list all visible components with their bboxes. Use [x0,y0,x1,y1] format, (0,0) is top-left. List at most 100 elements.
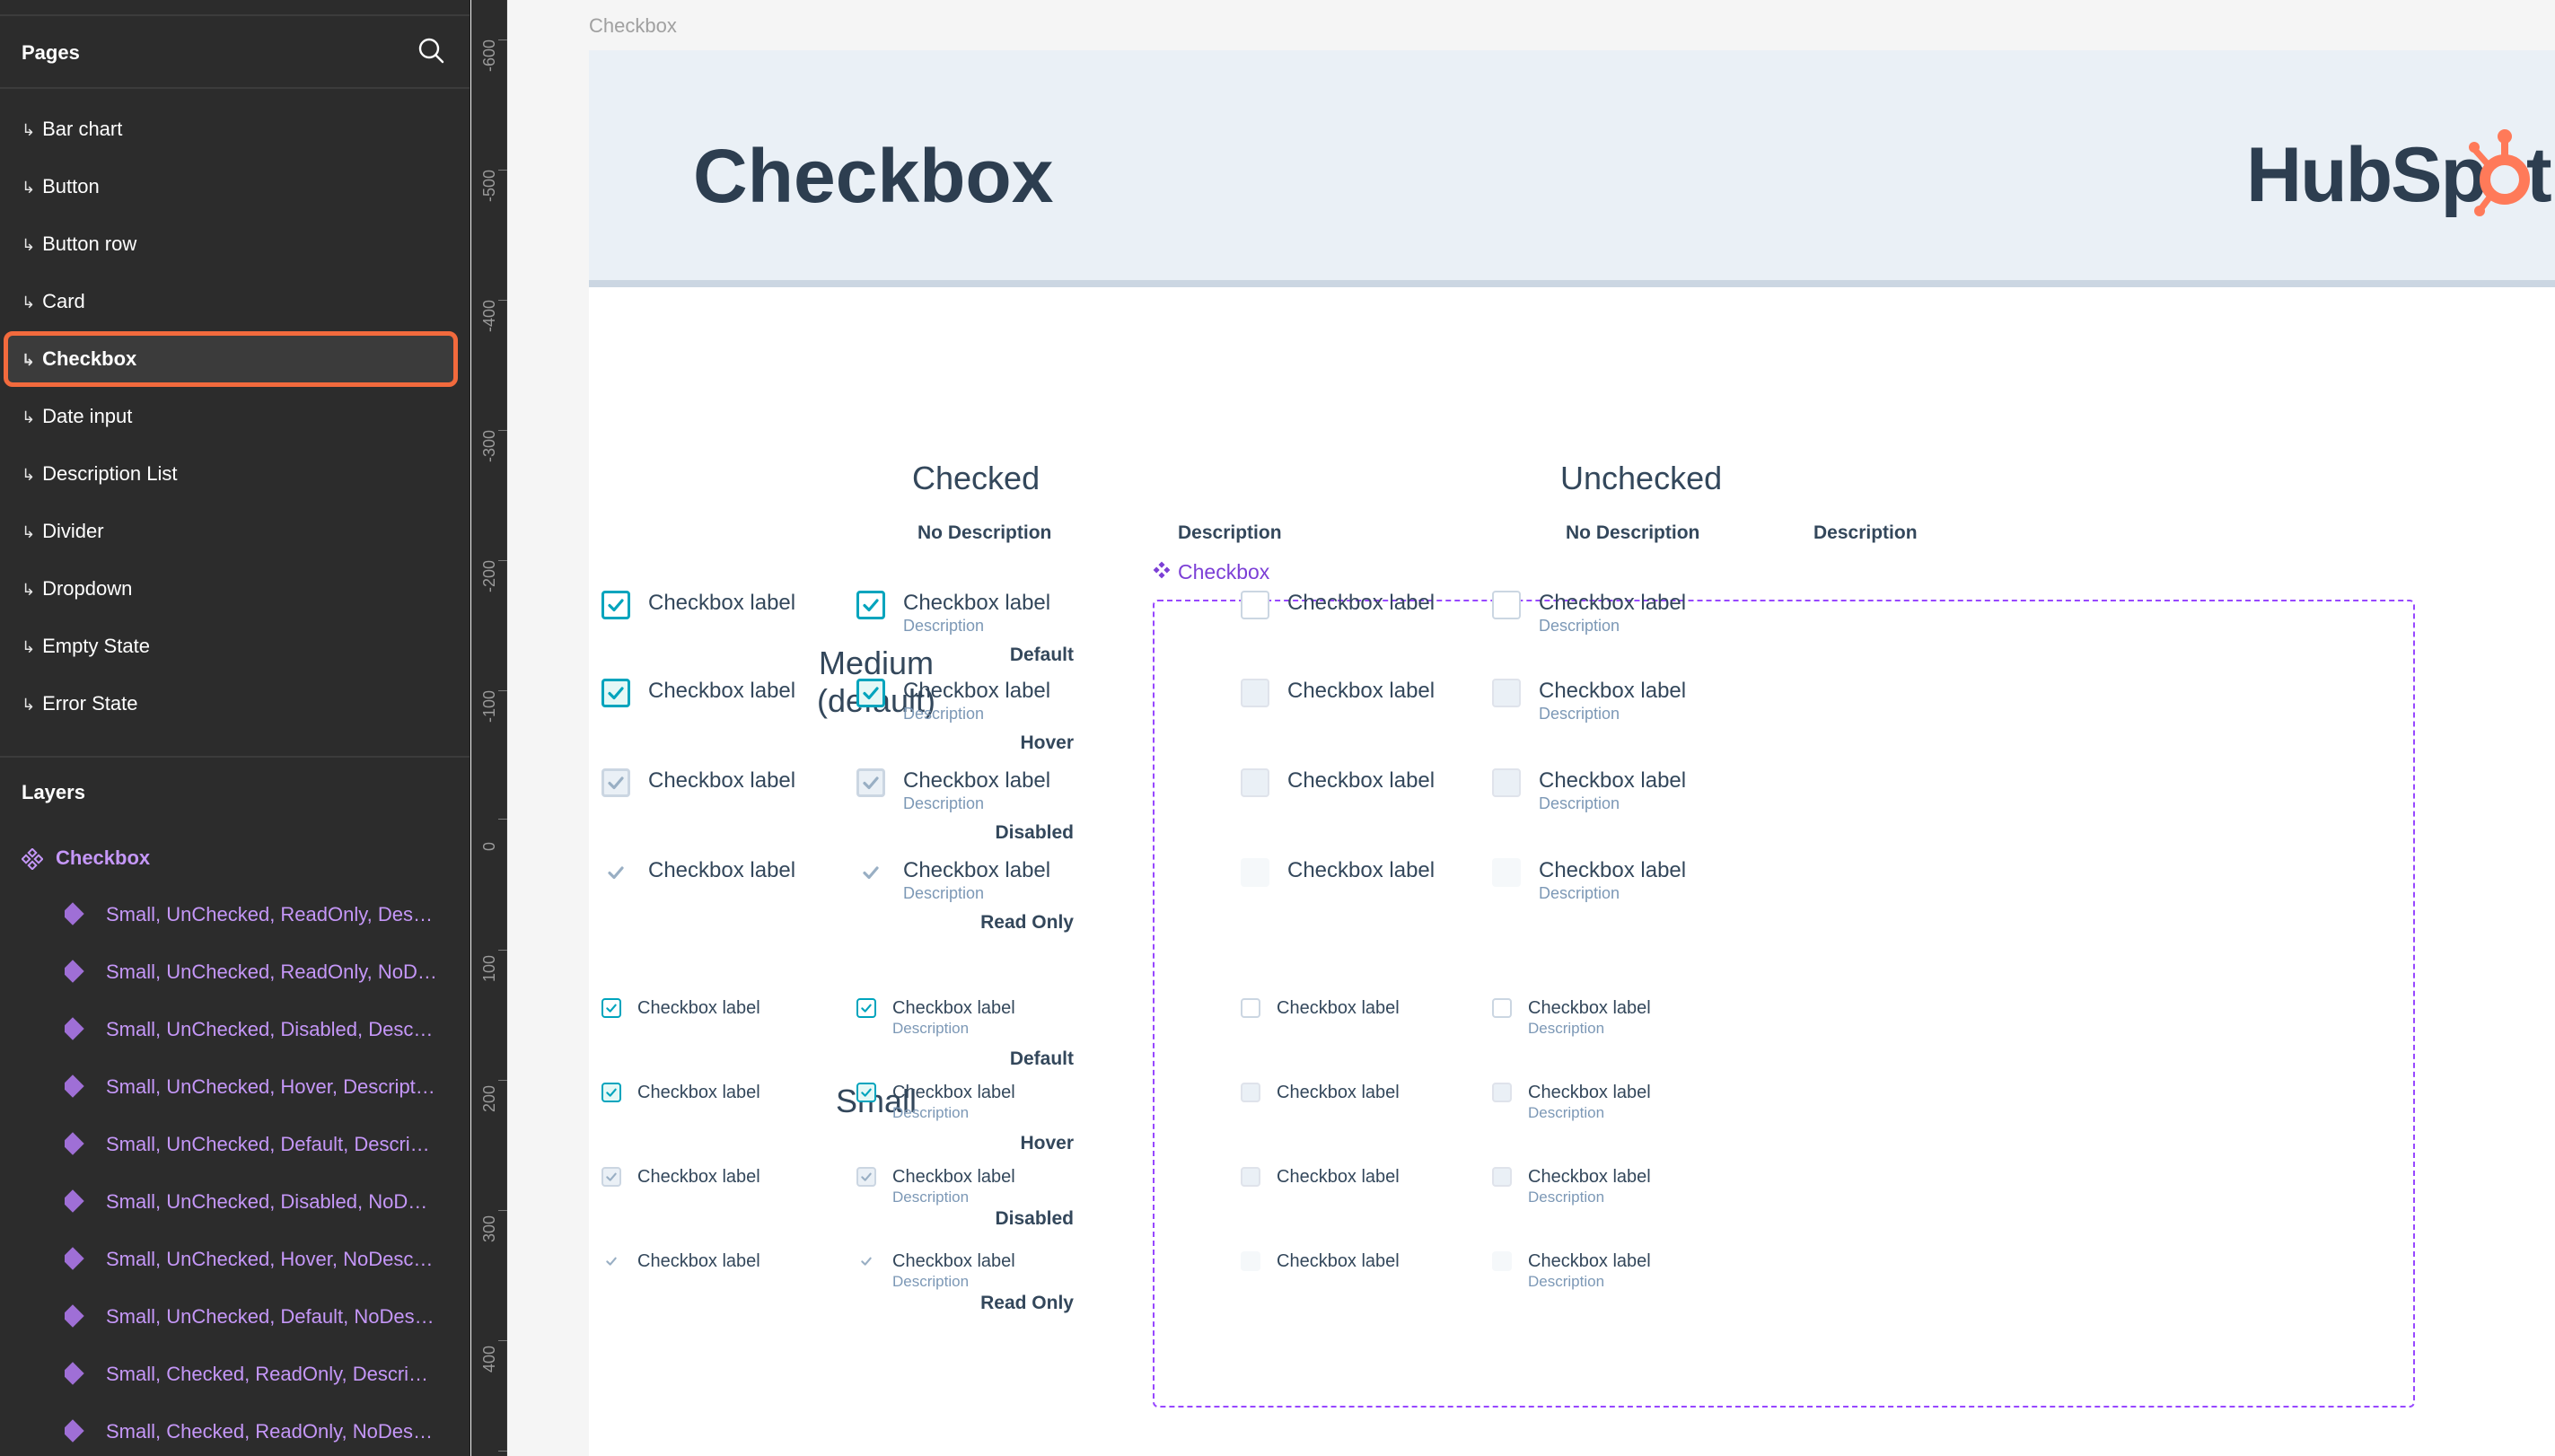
check-icon [863,866,879,880]
unchecked-checkbox-default[interactable]: Checkbox label [1241,996,1400,1020]
column-heading-checked: Checked [912,460,1040,496]
checked-checkbox-hover[interactable]: Checkbox label [601,677,795,707]
checkbox-text: Checkbox label Description [903,677,1050,722]
checkbox-description: Description [892,1188,970,1206]
checked-checkbox-default-with-description[interactable]: Checkbox label Description [856,996,1015,1038]
checkbox-label: Checkbox label [892,1251,1015,1271]
ruler-tick-label: -100 [480,689,498,723]
layer-item-label: Small, Checked, ReadOnly, Descri… [106,1363,429,1385]
checkbox-text: Checkbox label Description [892,1081,1015,1122]
page-item-date-input[interactable]: ↳ Date input [22,400,132,433]
checked-checkbox-hover-with-description[interactable]: Checkbox label Description [856,1081,1015,1122]
checked-checkbox-default-with-description[interactable]: Checkbox label Description [856,589,1050,634]
checkbox-box [1492,998,1512,1018]
component-variant-icon [65,1017,84,1040]
checked-checkbox-disabled: Checkbox label [601,1165,760,1188]
page-item-empty-state[interactable]: ↳ Empty State [22,630,150,662]
unchecked-checkbox-default-with-description[interactable]: Checkbox label Description [1492,996,1651,1038]
checkbox-text: Checkbox label Description [1528,996,1651,1038]
frame-name-label[interactable]: Checkbox [589,14,677,38]
checkbox-label: Checkbox label [1539,591,1687,615]
page-item-dropdown[interactable]: ↳ Dropdown [22,573,132,605]
page-item-card[interactable]: ↳ Card [22,285,85,318]
check-icon [863,599,879,612]
layer-item[interactable]: Small, UnChecked, ReadOnly, Des… [65,899,460,931]
search-icon[interactable] [415,34,449,68]
design-canvas[interactable]: Checkbox Checkbox HubSp t Checked Unchec… [508,0,2555,1456]
checkbox-box [601,591,630,619]
layer-item[interactable]: Small, UnChecked, Default, Descri… [65,1128,460,1161]
component-set-link[interactable]: Checkbox [1153,560,1269,584]
check-icon [861,1257,872,1266]
checked-checkbox-disabled-with-description: Checkbox label Description [856,767,1050,811]
layer-item[interactable]: Small, UnChecked, Hover, NoDesc… [65,1243,460,1276]
checkbox-label: Checkbox label [1277,1167,1400,1187]
checkbox-box [1241,1083,1260,1102]
checkbox-description: Description [1528,1188,1605,1206]
layers-divider [0,756,470,758]
checkbox-text: Checkbox label [1277,1165,1400,1188]
checkbox-frame[interactable]: Checkbox HubSp t Checked Unchecked No De… [589,50,2555,1456]
checkbox-box [1492,591,1521,619]
layer-item[interactable]: Small, Checked, ReadOnly, Descri… [65,1358,460,1390]
checkbox-label: Checkbox label [1277,1251,1400,1271]
checkbox-text: Checkbox label [1287,589,1435,618]
ruler-tick-label: -600 [480,39,498,72]
check-icon [863,776,879,790]
checkbox-description: Description [1539,794,1620,812]
page-item-bar-chart[interactable]: ↳ Bar chart [22,113,122,145]
page-item-label: Empty State [42,635,150,657]
checkbox-box [1241,591,1269,619]
page-item-divider[interactable]: ↳ Divider [22,515,104,548]
checked-checkbox-hover[interactable]: Checkbox label [601,1081,760,1104]
figma-app: Pages ↳ Bar chart ↳ Button ↳ Button row ↳ Ca… [0,0,2555,1456]
unchecked-checkbox-hover[interactable]: Checkbox label [1241,677,1435,707]
unchecked-checkbox-default-with-description[interactable]: Checkbox label Description [1492,589,1686,634]
ruler-tick-label: -200 [480,559,498,592]
layer-item[interactable]: Small, UnChecked, ReadOnly, NoD… [65,956,460,988]
checkbox-box [856,1083,876,1102]
component-icon [1153,561,1171,579]
layer-item[interactable]: Small, UnChecked, Disabled, Desc… [65,1013,460,1046]
checkbox-text: Checkbox label Description [903,856,1050,901]
checked-checkbox-hover-with-description[interactable]: Checkbox label Description [856,677,1050,722]
checkbox-box [856,679,885,707]
checkbox-box [856,1251,876,1271]
unchecked-checkbox-hover[interactable]: Checkbox label [1241,1081,1400,1104]
unchecked-checkbox-hover-with-description[interactable]: Checkbox label Description [1492,677,1686,722]
subpage-arrow-icon: ↳ [22,294,36,312]
check-icon [608,866,624,880]
pages-divider [0,87,470,89]
page-item-checkbox[interactable]: ↳ Checkbox [22,343,136,375]
checkbox-label: Checkbox label [1528,998,1651,1018]
checkbox-box [601,1167,621,1187]
component-variant-icon [65,1074,84,1098]
page-item-button-row[interactable]: ↳ Button row [22,228,136,260]
layer-item[interactable]: Small, UnChecked, Default, NoDes… [65,1301,460,1333]
banner-title: Checkbox [693,134,1054,218]
unchecked-checkbox-readonly: Checkbox label [1241,1250,1400,1273]
layer-item[interactable]: Small, Checked, ReadOnly, NoDes… [65,1416,460,1448]
page-item-error-state[interactable]: ↳ Error State [22,688,137,720]
checkbox-box [1492,1167,1512,1187]
checkbox-text: Checkbox label [637,1250,760,1273]
page-item-description-list[interactable]: ↳ Description List [22,458,177,490]
ruler-tick-label: 400 [480,1345,498,1373]
component-variant-icon [65,1419,84,1443]
column-heading-unchecked: Unchecked [1560,460,1723,496]
checkbox-label: Checkbox label [1528,1167,1651,1187]
unchecked-checkbox-default[interactable]: Checkbox label [1241,589,1435,619]
check-icon [608,776,624,790]
layer-root-checkbox[interactable]: Checkbox [21,842,150,874]
sidebar-top-divider [0,14,470,16]
page-item-button[interactable]: ↳ Button [22,171,100,203]
checked-checkbox-default[interactable]: Checkbox label [601,996,760,1020]
layer-item[interactable]: Small, UnChecked, Disabled, NoD… [65,1186,460,1218]
page-item-label: Description List [42,462,178,485]
checkbox-text: Checkbox label [648,589,795,618]
unchecked-checkbox-hover-with-description[interactable]: Checkbox label Description [1492,1081,1651,1122]
component-variant-icon [65,1247,84,1270]
checked-checkbox-default[interactable]: Checkbox label [601,589,795,619]
layer-item[interactable]: Small, UnChecked, Hover, Descript… [65,1071,460,1103]
checkbox-label: Checkbox label [1528,1083,1651,1102]
